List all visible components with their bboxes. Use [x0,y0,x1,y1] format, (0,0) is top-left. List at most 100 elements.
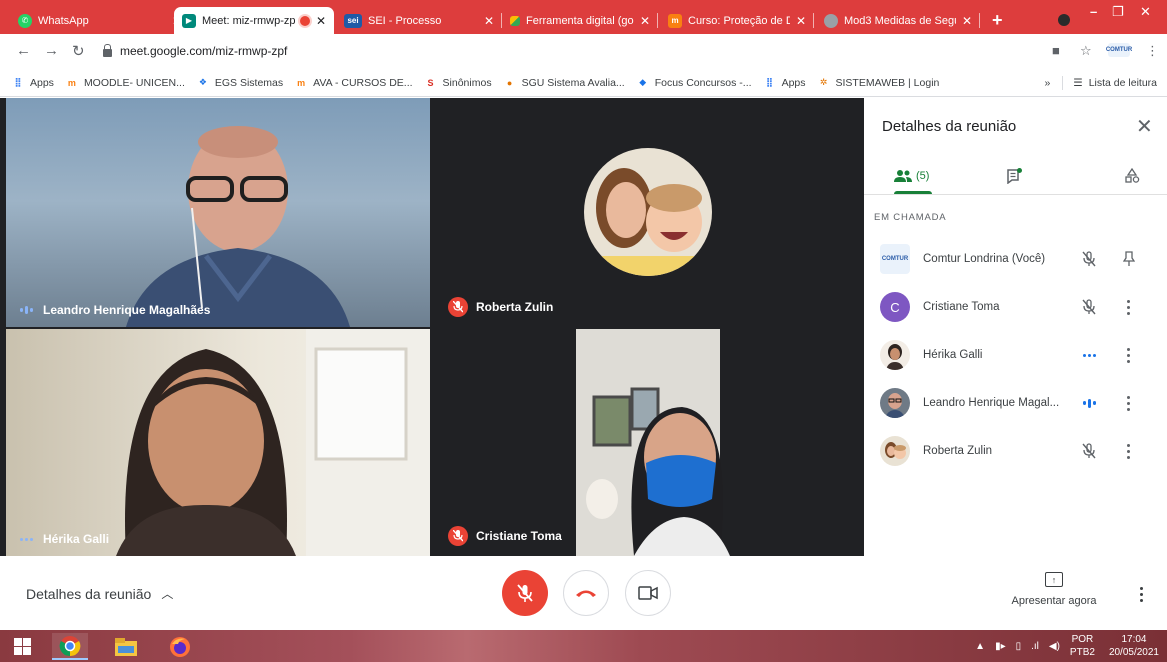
meet-tray-icon[interactable]: ▮▸ [995,641,1006,652]
mic-off-icon [1080,298,1098,316]
bookmark-label: AVA - CURSOS DE... [313,76,413,89]
panel-title: Detalhes da reunião [882,118,1017,135]
network-icon[interactable]: .ıl [1031,641,1039,652]
tab-chat[interactable] [1006,164,1022,188]
focus-icon: ◆ [639,77,647,87]
close-tab-icon[interactable]: ✕ [316,14,326,28]
bookmark-sistemaweb[interactable]: ✲ SISTEMAWEB | Login [818,77,940,89]
more-bookmarks-icon[interactable]: » [1044,77,1050,89]
close-tab-icon[interactable]: ✕ [484,14,494,28]
leave-call-button[interactable] [563,570,609,616]
video-tile-leandro[interactable]: Leandro Henrique Magalhães [6,98,430,327]
tab-curso[interactable]: m Curso: Proteção de Dad ✕ [660,7,814,34]
restore-icon[interactable]: ❐ [1112,4,1124,20]
close-icon[interactable]: ✕ [1136,114,1153,139]
bookmark-egs[interactable]: ❖ EGS Sistemas [197,77,283,89]
clock[interactable]: 17:04 20/05/2021 [1109,633,1159,659]
bookmark-apps-2[interactable]: ⣿ Apps [764,77,805,89]
profile-avatar[interactable]: COMTUR [1106,43,1132,57]
more-options-icon[interactable] [1140,587,1143,602]
camera-indicator-icon[interactable]: ■ [1052,43,1060,58]
browser-tabstrip: ✆ WhatsApp ✕ ▶ Meet: miz-rmwp-zp ✕ sei S… [0,0,1167,34]
windows-start-icon[interactable] [14,638,31,655]
bookmark-star-icon[interactable]: ☆ [1080,43,1092,59]
bookmark-label: SGU Sistema Avalia... [521,76,625,89]
bookmark-moodle-unicen[interactable]: m MOODLE- UNICEN... [66,77,185,89]
firefox-taskbar-icon[interactable] [162,633,198,660]
video-tile-herika[interactable]: Hérika Galli [6,329,430,556]
participant-row[interactable]: C Cristiane Toma [864,284,1167,330]
reading-list-icon: ☰ [1073,77,1083,89]
bookmark-focus[interactable]: ◆ Focus Concursos -... [637,77,751,89]
camera-toggle-button[interactable] [625,570,671,616]
reload-icon[interactable]: ↻ [72,42,85,60]
close-tab-icon[interactable]: ✕ [796,14,806,28]
moodle-icon: m [668,13,682,28]
system-tray: ▲ ▮▸ ▯ .ıl ◀) POR PTB2 17:04 20/05/2021 [975,630,1167,662]
bookmark-sgu[interactable]: ● SGU Sistema Avalia... [504,77,625,89]
tab-sei[interactable]: sei SEI - Processo ✕ [336,7,502,34]
participant-row[interactable]: Roberta Zulin [864,428,1167,474]
minimize-icon[interactable]: – [1090,4,1097,19]
chat-icon [1007,168,1022,184]
volume-icon[interactable]: ◀) [1049,641,1060,652]
chrome-taskbar-icon[interactable] [52,633,88,660]
show-hidden-icons-icon[interactable]: ▲ [975,641,985,652]
participant-video [126,126,350,327]
tab-activities[interactable] [1124,164,1140,188]
forward-icon[interactable]: → [44,42,59,59]
back-icon[interactable]: ← [16,42,31,59]
avatar [880,340,910,370]
present-now-button[interactable]: ↑ Apresentar agora [1004,572,1104,607]
more-options-icon[interactable] [1122,298,1134,316]
bookmark-ava[interactable]: m AVA - CURSOS DE... [295,77,412,89]
file-explorer-taskbar-icon[interactable] [108,633,144,660]
tab-mod3[interactable]: Mod3 Medidas de Segu ✕ [816,7,980,34]
more-options-icon[interactable] [1122,346,1134,364]
more-options-icon[interactable] [1122,442,1134,460]
video-tile-cristiane[interactable]: Cristiane Toma [434,329,864,556]
clock-date: 20/05/2021 [1108,647,1159,658]
tab-whatsapp[interactable]: ✆ WhatsApp ✕ [10,7,190,34]
present-screen-icon: ↑ [1045,572,1063,587]
meet-icon: ▶ [182,13,196,28]
tab-ferramenta[interactable]: Ferramenta digital (goo ✕ [502,7,658,34]
tile-name-label: Leandro Henrique Magalhães [20,303,210,317]
apps-grid-icon: ⣿ [14,77,22,87]
activities-icon [1125,168,1140,183]
bookmarks-right: » ☰ Lista de leitura [1044,76,1157,90]
tab-meet[interactable]: ▶ Meet: miz-rmwp-zp ✕ [174,7,334,34]
profile-indicator-icon[interactable] [1058,14,1070,26]
bookmark-apps[interactable]: ⣿ Apps [12,76,54,89]
participant-video [116,329,430,556]
browser-menu-icon[interactable]: ⋮ [1146,43,1159,59]
close-tab-icon[interactable]: ✕ [962,14,972,28]
reading-list-link[interactable]: Lista de leitura [1089,77,1157,89]
language-code: POR [1071,634,1094,645]
window-close-icon[interactable]: ✕ [1140,4,1151,20]
url-field[interactable]: meet.google.com/miz-rmwp-zpf [103,40,1033,62]
new-tab-icon[interactable]: + [992,11,1003,29]
participant-row[interactable]: COMTUR Comtur Londrina (Você) [864,236,1167,282]
bookmark-label: Sinônimos [442,76,492,89]
google-icon [510,15,520,26]
divider [864,194,1167,195]
mic-toggle-button[interactable] [502,570,548,616]
participant-row[interactable]: Leandro Henrique Magal... [864,380,1167,426]
bookmark-label: Apps [30,76,54,89]
close-tab-icon[interactable]: ✕ [640,14,650,28]
mic-off-icon [448,526,468,546]
meeting-details-button[interactable]: Detalhes da reunião ︿ [26,585,173,602]
os-taskbar: ▲ ▮▸ ▯ .ıl ◀) POR PTB2 17:04 20/05/2021 [0,630,1167,662]
battery-icon[interactable]: ▯ [1016,641,1022,652]
tab-people[interactable]: (5) [894,164,929,188]
bookmark-sinonimos[interactable]: S Sinônimos [425,77,492,89]
language-indicator[interactable]: POR PTB2 [1070,633,1095,659]
url-text: meet.google.com/miz-rmwp-zpf [120,44,288,58]
video-tile-roberta[interactable]: Roberta Zulin [434,98,864,327]
pin-icon[interactable] [1120,250,1138,268]
participant-row[interactable]: Hérika Galli [864,332,1167,378]
moodle-icon: m [297,77,306,88]
more-options-icon[interactable] [1122,394,1134,412]
apps-grid-icon: ⣿ [766,77,774,87]
